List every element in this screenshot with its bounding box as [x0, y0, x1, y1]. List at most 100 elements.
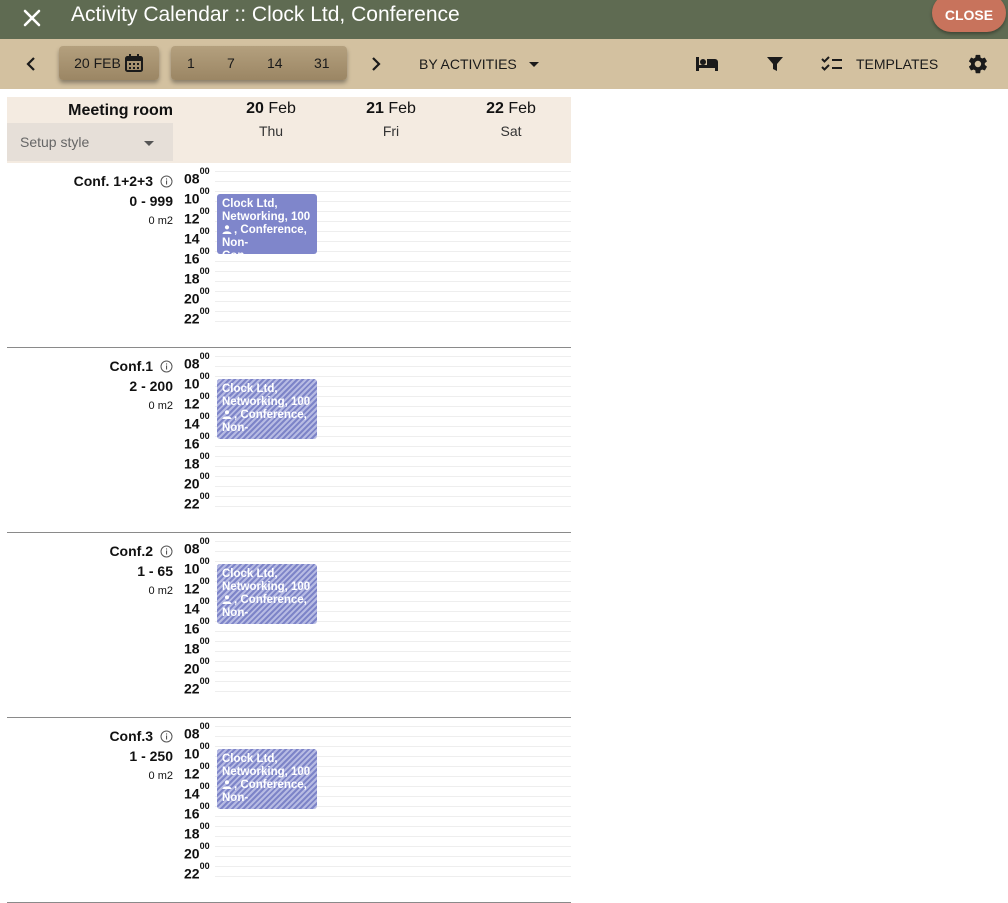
event-line: , Conference, — [234, 779, 307, 791]
hour-label: 1600 — [184, 801, 210, 822]
event-block[interactable]: Clock Ltd, Networking, 100, Conference, No… — [217, 564, 317, 624]
accommodation-button[interactable] — [693, 52, 721, 76]
room-capacity: 1 - 65 — [137, 563, 173, 579]
hour-gridline — [215, 561, 571, 562]
room-name-text: Conf.3 — [109, 728, 153, 744]
hour-minutes: 00 — [199, 226, 210, 236]
half-hour-gridline — [215, 486, 571, 487]
hour-label: 1200 — [184, 761, 210, 781]
setup-style-select[interactable]: Setup style — [7, 123, 173, 161]
info-icon[interactable] — [160, 730, 173, 743]
room-row: Conf. 1+2+3 0 - 999 0 m2 0800 1000 1200 1400 16… — [7, 163, 571, 348]
hour-minutes: 00 — [199, 451, 210, 461]
hour-value: 08 — [184, 170, 200, 187]
hour-minutes: 00 — [199, 841, 210, 851]
hour-label: 1800 — [184, 451, 210, 471]
date-picker-button[interactable]: 20 FEB — [59, 46, 159, 80]
event-line: , Conference, — [234, 224, 307, 236]
info-icon[interactable] — [160, 175, 173, 188]
half-hour-gridline — [215, 856, 571, 857]
event-line: Non- — [222, 237, 249, 249]
close-x-button[interactable] — [18, 4, 46, 32]
hour-label: 1200 — [184, 206, 210, 226]
day-number: 21 — [366, 100, 384, 117]
hour-label: 1800 — [184, 821, 210, 841]
hour-value: 14 — [184, 600, 200, 617]
event-block[interactable]: Clock Ltd, Networking, 100, Conference, No… — [217, 749, 317, 809]
hour-value: 18 — [184, 640, 200, 657]
setup-style-placeholder: Setup style — [20, 134, 90, 150]
event-line: Networking, 100 — [222, 396, 311, 408]
info-icon[interactable] — [160, 360, 173, 373]
hour-value: 16 — [184, 620, 200, 637]
half-hour-gridline — [215, 261, 571, 262]
hour-label: 0800 — [184, 721, 210, 741]
day-number: 22 — [486, 100, 504, 117]
hour-gridline — [215, 846, 571, 847]
range-option-31[interactable]: 31 — [314, 55, 330, 71]
hour-label: 2000 — [184, 656, 210, 677]
room-capacity: 0 - 999 — [129, 193, 173, 209]
room-name[interactable]: Conf.1 — [109, 358, 173, 374]
event-block[interactable]: Clock Ltd, Networking, 100, Conference, No… — [217, 194, 317, 254]
hour-gridline — [215, 866, 571, 867]
previous-button[interactable] — [17, 52, 45, 76]
day-weekday: Thu — [258, 123, 284, 139]
room-row: Conf.2 1 - 65 0 m2 0800 1000 1200 1400 1600 1800… — [7, 533, 571, 718]
event-line: Non- — [222, 607, 249, 619]
hour-minutes: 00 — [199, 801, 210, 811]
close-button[interactable]: CLOSE — [932, 0, 1006, 32]
hour-value: 20 — [184, 660, 200, 677]
half-hour-gridline — [215, 446, 571, 447]
room-area: 0 m2 — [148, 770, 173, 782]
hour-label: 1000 — [184, 741, 210, 762]
half-hour-gridline — [215, 506, 571, 507]
range-option-14[interactable]: 14 — [267, 55, 283, 71]
room-name[interactable]: Conf. 1+2+3 — [74, 173, 173, 189]
event-block[interactable]: Clock Ltd, Networking, 100, Conference, No… — [217, 379, 317, 439]
hour-value: 22 — [184, 865, 200, 882]
hour-value: 18 — [184, 270, 200, 287]
hour-label: 1000 — [184, 186, 210, 206]
range-option-7[interactable]: 7 — [227, 55, 235, 71]
view-mode-select[interactable]: BY ACTIVITIES — [419, 56, 517, 72]
hour-label: 1600 — [184, 616, 210, 637]
half-hour-gridline — [215, 366, 571, 367]
room-name[interactable]: Conf.3 — [109, 728, 173, 744]
hour-gridline — [215, 681, 571, 682]
hour-value: 16 — [184, 805, 200, 822]
hour-label: 1600 — [184, 431, 210, 451]
window-title: Activity Calendar :: Clock Ltd, Conferen… — [71, 3, 460, 26]
day-weekday: Fri — [382, 123, 400, 139]
templates-icon-button[interactable] — [818, 52, 846, 76]
half-hour-gridline — [215, 876, 571, 877]
hour-value: 08 — [184, 540, 200, 557]
hour-minutes: 00 — [199, 536, 210, 546]
hour-value: 10 — [184, 745, 200, 762]
hour-gridline — [215, 661, 571, 662]
hour-minutes: 00 — [199, 721, 210, 731]
room-name-text: Conf. 1+2+3 — [73, 173, 153, 189]
filter-button[interactable] — [762, 52, 788, 76]
info-icon[interactable] — [160, 545, 173, 558]
range-option-1[interactable]: 1 — [187, 55, 195, 71]
templates-button[interactable]: TEMPLATES — [856, 56, 938, 72]
event-line: Networking, 100 — [222, 581, 311, 593]
half-hour-gridline — [215, 671, 571, 672]
settings-button[interactable] — [964, 51, 992, 77]
next-button[interactable] — [362, 52, 390, 76]
hour-gridline — [215, 541, 571, 542]
chevron-down-icon — [529, 62, 539, 67]
hour-minutes: 00 — [199, 676, 210, 686]
event-line: Clock Ltd, — [222, 198, 278, 210]
hour-label: 0800 — [184, 536, 210, 557]
event-line: Networking, 100 — [222, 211, 311, 223]
room-name-text: Conf.2 — [109, 543, 153, 559]
event-line: Non- — [222, 792, 249, 804]
person-icon — [222, 780, 232, 789]
day-header-1: 20 Feb Thu — [216, 100, 326, 139]
hour-label: 2000 — [184, 471, 210, 491]
hour-gridline — [215, 291, 571, 292]
room-area: 0 m2 — [148, 400, 173, 412]
room-name[interactable]: Conf.2 — [109, 543, 173, 559]
